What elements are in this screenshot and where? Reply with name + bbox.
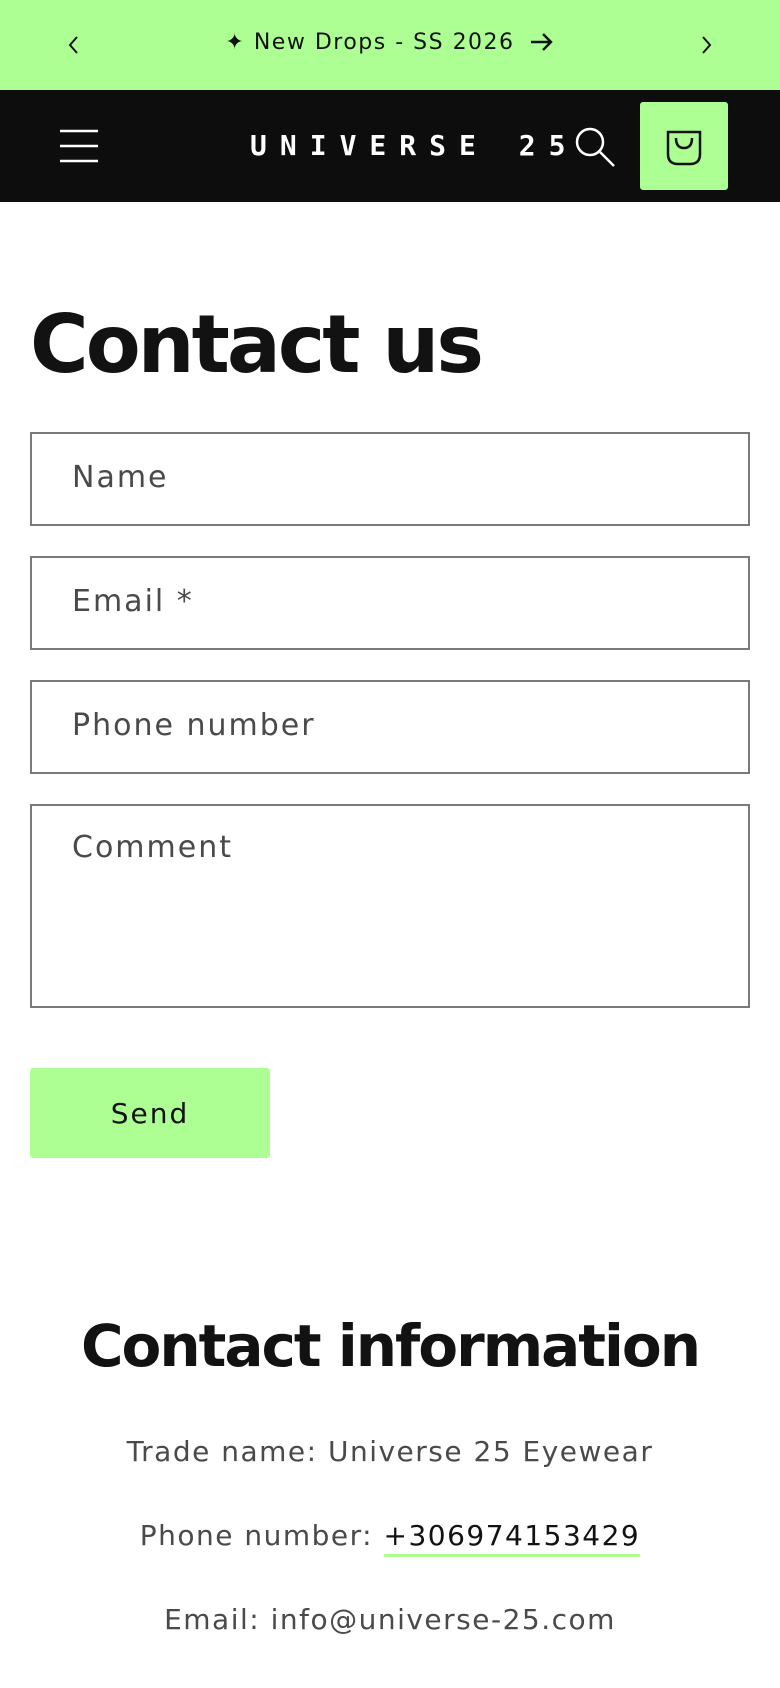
arrow-right-icon <box>530 33 553 51</box>
search-icon <box>575 127 615 167</box>
announcement-text: ✦ New Drops - SS 2026 <box>225 29 515 55</box>
site-header: UNIVERSE 25 <box>0 90 780 202</box>
phone-field[interactable]: Phone number <box>30 680 750 774</box>
email-field[interactable]: Email * <box>30 556 750 650</box>
phone-line: Phone number: +306974153429 <box>0 1516 780 1557</box>
phone-field-placeholder: Phone number <box>72 708 316 743</box>
name-field[interactable]: Name <box>30 432 750 526</box>
shopping-bag-icon <box>666 130 702 166</box>
trade-name-text: Trade name: Universe 25 Eyewear <box>126 1435 654 1468</box>
phone-link[interactable]: +306974153429 <box>383 1519 641 1557</box>
menu-button[interactable] <box>58 124 102 168</box>
site-logo[interactable]: UNIVERSE 25 <box>250 126 565 166</box>
announcement-link[interactable]: ✦ New Drops - SS 2026 <box>225 30 554 55</box>
phone-label: Phone number: <box>139 1519 384 1552</box>
hamburger-menu-icon <box>60 129 98 163</box>
email-text: Email: info@universe-25.com <box>164 1603 616 1636</box>
next-announcement-button[interactable] <box>687 26 725 64</box>
name-field-placeholder: Name <box>72 460 169 495</box>
comment-field-placeholder: Comment <box>72 830 233 865</box>
previous-announcement-button[interactable] <box>55 26 93 64</box>
search-button[interactable] <box>572 124 618 170</box>
cart-button[interactable] <box>640 102 728 190</box>
contact-info-heading: Contact information <box>80 1312 701 1380</box>
send-button[interactable]: Send <box>30 1068 270 1158</box>
announcement-bar: ✦ New Drops - SS 2026 <box>0 0 780 90</box>
chevron-left-icon <box>68 36 78 54</box>
chevron-right-icon <box>702 36 712 54</box>
email-field-placeholder: Email * <box>72 584 194 619</box>
page-title: Contact us <box>30 298 484 391</box>
comment-field[interactable]: Comment <box>30 804 750 1008</box>
